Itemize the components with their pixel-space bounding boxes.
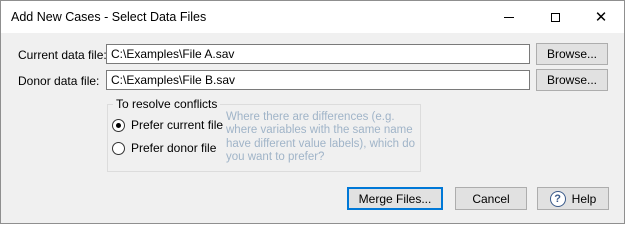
donor-file-label: Donor data file: bbox=[18, 74, 100, 88]
close-button[interactable]: ✕ bbox=[578, 1, 624, 33]
help-button-label: Help bbox=[571, 191, 597, 206]
donor-file-field[interactable]: C:\Examples\File B.sav bbox=[106, 70, 530, 90]
resolve-conflicts-title: To resolve conflicts bbox=[113, 97, 221, 111]
title-bar[interactable]: Add New Cases - Select Data Files ✕ bbox=[1, 1, 624, 33]
prefer-donor-radio[interactable]: Prefer donor file bbox=[112, 141, 216, 155]
current-file-browse-button[interactable]: Browse... bbox=[536, 43, 608, 65]
window-title: Add New Cases - Select Data Files bbox=[11, 10, 207, 24]
dialog-window: Add New Cases - Select Data Files ✕ Curr… bbox=[0, 0, 625, 224]
cancel-button[interactable]: Cancel bbox=[455, 187, 527, 210]
prefer-donor-label: Prefer donor file bbox=[131, 141, 217, 155]
current-file-label: Current data file: bbox=[18, 48, 107, 62]
help-button[interactable]: ? Help bbox=[537, 187, 609, 210]
maximize-button[interactable] bbox=[532, 1, 578, 33]
minimize-icon bbox=[504, 16, 514, 18]
current-file-field[interactable]: C:\Examples\File A.sav bbox=[106, 44, 530, 64]
merge-files-button[interactable]: Merge Files... bbox=[347, 187, 443, 210]
donor-file-browse-button[interactable]: Browse... bbox=[536, 69, 608, 91]
maximize-icon bbox=[550, 12, 560, 22]
prefer-current-radio[interactable]: Prefer current file bbox=[112, 118, 223, 132]
radio-button-checked[interactable] bbox=[112, 118, 125, 132]
minimize-button[interactable] bbox=[486, 1, 532, 33]
close-icon: ✕ bbox=[594, 7, 608, 26]
prefer-current-label: Prefer current file bbox=[131, 118, 224, 132]
radio-button-unchecked[interactable] bbox=[112, 141, 125, 155]
conflicts-help-text: Where there are differences (e.g. where … bbox=[226, 111, 416, 164]
help-icon: ? bbox=[549, 190, 566, 207]
